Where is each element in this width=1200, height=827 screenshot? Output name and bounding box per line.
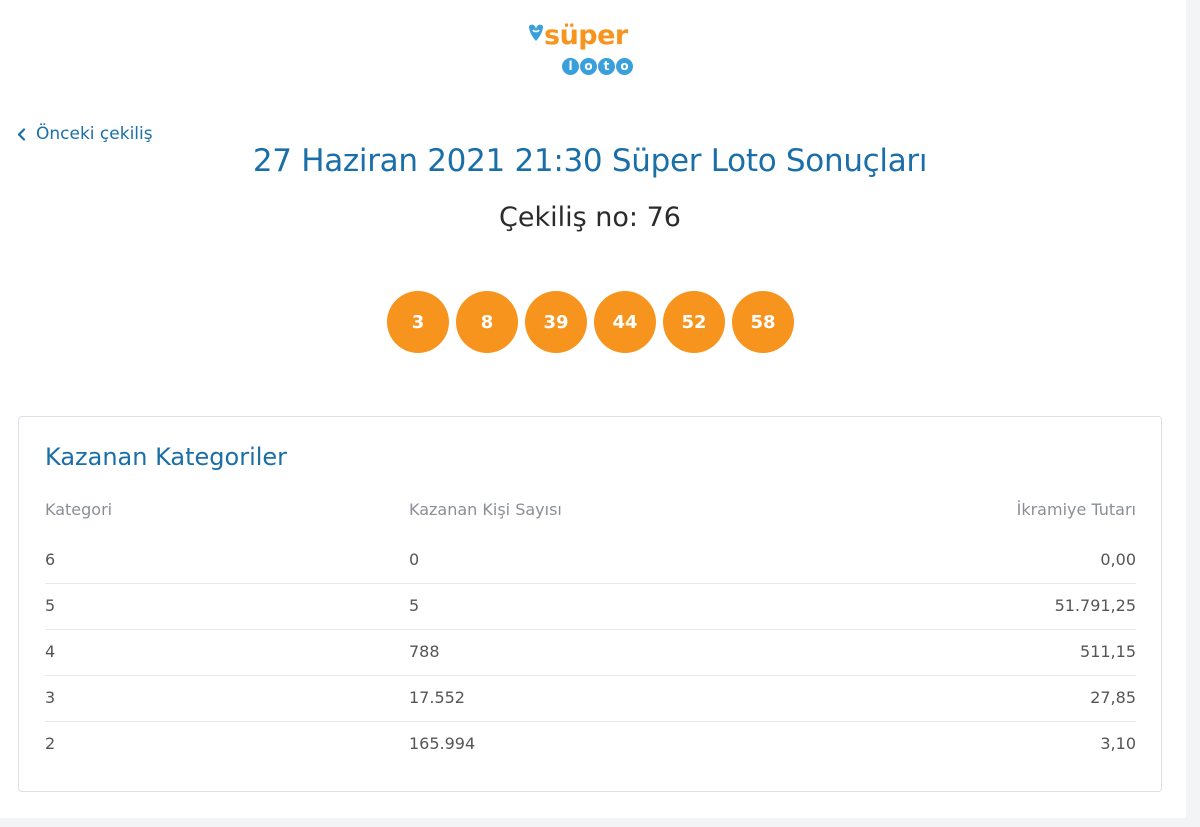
super-loto-logo[interactable]: süper l o t o — [524, 20, 644, 82]
cell-prize: 27,85 — [1090, 688, 1136, 707]
logo-loto-letter: o — [580, 58, 597, 75]
cell-prize: 0,00 — [1100, 550, 1136, 569]
column-header-category: Kategori — [45, 500, 113, 519]
table-row: 3 17.552 27,85 — [45, 676, 1136, 722]
logo-mark-icon — [529, 24, 543, 41]
column-header-winners: Kazanan Kişi Sayısı — [409, 500, 562, 519]
winning-numbers: 3 8 39 44 52 58 — [387, 291, 794, 353]
number-ball: 58 — [732, 291, 794, 353]
table-body: 6 0 0,00 5 5 51.791,25 4 788 511,15 3 17… — [45, 538, 1136, 768]
winners-card: Kazanan Kategoriler Kategori Kazanan Kiş… — [18, 416, 1162, 792]
logo-super-text: süper — [544, 20, 628, 51]
number-ball: 44 — [594, 291, 656, 353]
logo-loto-letter: o — [616, 58, 633, 75]
chevron-left-icon — [17, 127, 26, 141]
number-ball: 3 — [387, 291, 449, 353]
number-ball: 52 — [663, 291, 725, 353]
cell-prize: 3,10 — [1100, 734, 1136, 753]
table-row: 2 165.994 3,10 — [45, 722, 1136, 768]
cell-category: 3 — [45, 688, 56, 707]
cell-category: 4 — [45, 642, 56, 661]
cell-prize: 51.791,25 — [1054, 596, 1136, 615]
cell-winners: 165.994 — [409, 734, 476, 753]
page-title: 27 Haziran 2021 21:30 Süper Loto Sonuçla… — [252, 143, 928, 179]
page: süper l o t o Önceki çekiliş 27 Haziran … — [0, 0, 1186, 818]
logo-loto-text: l o t o — [562, 58, 633, 75]
previous-draw-label: Önceki çekiliş — [36, 124, 153, 144]
table-row: 6 0 0,00 — [45, 538, 1136, 584]
previous-draw-link[interactable]: Önceki çekiliş — [17, 124, 153, 144]
logo-loto-letter: t — [598, 58, 615, 75]
cell-winners: 17.552 — [409, 688, 465, 707]
cell-winners: 0 — [409, 550, 420, 569]
column-header-prize: İkramiye Tutarı — [1016, 500, 1136, 519]
draw-number: Çekiliş no: 76 — [499, 202, 681, 233]
cell-prize: 511,15 — [1080, 642, 1136, 661]
cell-category: 6 — [45, 550, 56, 569]
table-row: 5 5 51.791,25 — [45, 584, 1136, 630]
cell-category: 5 — [45, 596, 56, 615]
cell-category: 2 — [45, 734, 56, 753]
cell-winners: 788 — [409, 642, 440, 661]
table-header: Kategori Kazanan Kişi Sayısı İkramiye Tu… — [45, 500, 1136, 522]
number-ball: 39 — [525, 291, 587, 353]
number-ball: 8 — [456, 291, 518, 353]
winners-title: Kazanan Kategoriler — [45, 443, 288, 471]
cell-winners: 5 — [409, 596, 420, 615]
table-row: 4 788 511,15 — [45, 630, 1136, 676]
logo-loto-letter: l — [562, 58, 579, 75]
